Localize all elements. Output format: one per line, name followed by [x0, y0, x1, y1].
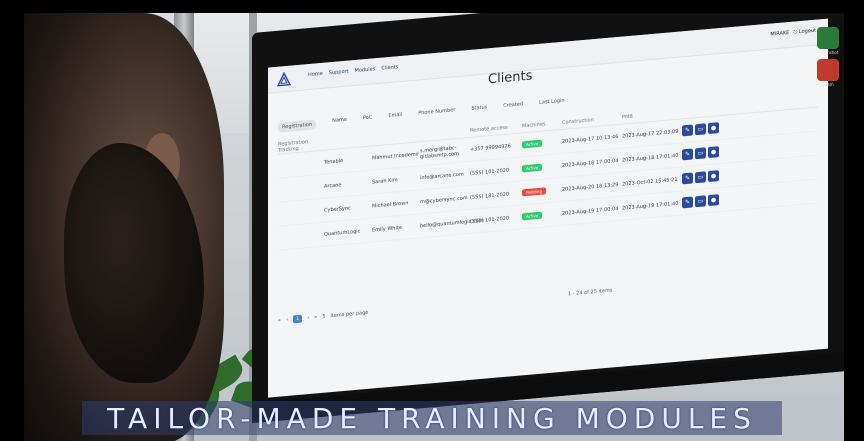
status-badge: Active — [522, 163, 543, 173]
user-name[interactable]: MIRAKE — [770, 30, 789, 38]
row-actions: ✎ ▭ ● — [682, 144, 742, 161]
cell-created: 2023-Aug-18 17:00:04 — [562, 157, 619, 169]
status-filter[interactable]: Status — [471, 104, 487, 115]
user-icon[interactable]: ● — [708, 194, 719, 207]
cell-name: Tenable — [324, 157, 344, 166]
registration-filter[interactable]: Registration — [278, 119, 317, 133]
cell-created: 2023-Aug-17 10:13:46 — [562, 133, 619, 145]
card-icon[interactable]: ▭ — [695, 195, 706, 208]
next-page-button[interactable]: › — [307, 315, 309, 321]
edit-icon[interactable]: ✎ — [682, 196, 693, 209]
status-badge: Active — [522, 139, 543, 149]
per-page-label: items per page — [330, 309, 369, 320]
cell-name: CyberSync — [324, 204, 351, 214]
header-remote-access: Remote access — [470, 124, 508, 134]
cell-email: m@cybersync.com — [420, 194, 468, 205]
phone-filter[interactable]: Phone Number — [418, 107, 455, 120]
card-icon[interactable]: ▭ — [695, 123, 706, 136]
caption-text: TAILOR-MADE TRAINING MODULES — [107, 401, 757, 435]
app-navbar: Home Support Modules Clients MIRAKE ⎋ Lo… — [268, 18, 828, 94]
row-actions: ✎ ▭ ● — [682, 120, 742, 137]
edit-icon[interactable]: ✎ — [682, 148, 693, 161]
cell-last-login: 2023-Aug-17 22:03:09 — [622, 128, 679, 140]
letterbox-left — [0, 0, 24, 441]
created-filter[interactable]: Created — [503, 101, 523, 113]
nav-modules[interactable]: Modules — [355, 66, 376, 74]
header-construction: Construction — [562, 116, 594, 126]
letterbox-top — [0, 0, 864, 13]
nav-support[interactable]: Support — [329, 69, 349, 77]
logout-link[interactable]: ⎋ Logout — [793, 28, 816, 36]
letterbox-right — [844, 0, 864, 441]
cell-last-login: 2023-Oct-02 15:45:21 — [622, 176, 678, 188]
email-filter[interactable]: Email — [388, 112, 402, 123]
cell-phone: +357 99994976 — [470, 142, 511, 153]
monitor: Home Support Modules Clients MIRAKE ⎋ Lo… — [252, 13, 844, 423]
status-badge: Pending — [522, 187, 546, 197]
user-icon[interactable]: ● — [708, 122, 719, 135]
cell-poc: Emily White — [372, 224, 402, 234]
cell-poc: Michael Brown — [372, 199, 409, 210]
desktop-icon-label: Greenshot — [817, 50, 839, 55]
desktop-icon-label: Exam — [822, 82, 834, 87]
caption-banner: TAILOR-MADE TRAINING MODULES — [82, 401, 782, 435]
current-page[interactable]: 1 — [293, 314, 303, 324]
desktop-icons: Greenshot Exam — [814, 23, 842, 87]
nav-links: Home Support Modules Clients — [308, 64, 398, 78]
nav-clients[interactable]: Clients — [381, 64, 398, 71]
cell-email: info@arcane.com — [420, 170, 464, 181]
card-icon[interactable]: ▭ — [695, 147, 706, 160]
cell-phone: (555) 181-2020 — [470, 191, 510, 201]
green-g-icon[interactable] — [817, 27, 839, 49]
header-pmb: PMB — [622, 113, 633, 121]
red-app-icon[interactable] — [817, 59, 839, 81]
cell-name: QuantumLogic — [324, 228, 361, 238]
edit-icon[interactable]: ✎ — [682, 172, 693, 185]
cell-last-login: 2023-Aug-18 17:01:40 — [622, 152, 679, 164]
per-page-select[interactable]: 5 — [322, 314, 325, 320]
row-actions: ✎ ▭ ● — [682, 168, 742, 185]
cell-email: s.mergi@tabc-gitlabsmtp.com — [420, 144, 460, 160]
status-badge: Active — [522, 211, 543, 221]
name-filter[interactable]: Name — [332, 117, 347, 128]
user-icon[interactable]: ● — [708, 146, 719, 159]
monitor-screen: Home Support Modules Clients MIRAKE ⎋ Lo… — [268, 18, 828, 398]
cell-email: hello@quantumlogic.com — [420, 217, 484, 229]
cell-last-login: 2023-Aug-19 17:01:40 — [622, 200, 679, 212]
cell-phone: (555) 101-2020 — [470, 167, 510, 177]
cell-created: 2023-Aug-19 17:00:04 — [562, 205, 619, 217]
office-scene: Home Support Modules Clients MIRAKE ⎋ Lo… — [24, 13, 844, 441]
edit-icon[interactable]: ✎ — [682, 124, 693, 137]
app-logo-icon — [276, 71, 292, 87]
first-page-button[interactable]: « — [278, 317, 281, 323]
user-icon[interactable]: ● — [708, 170, 719, 183]
row-actions: ✎ ▭ ● — [682, 192, 742, 209]
last-login-filter[interactable]: Last Login — [539, 98, 565, 110]
card-icon[interactable]: ▭ — [695, 171, 706, 184]
last-page-button[interactable]: » — [314, 314, 317, 320]
cell-poc: Sarah Kim — [372, 176, 398, 186]
prev-page-button[interactable]: ‹ — [286, 317, 288, 323]
items-range: 1 - 24 of 25 items — [568, 287, 613, 298]
poc-filter[interactable]: PoC — [363, 114, 372, 125]
page-title: Clients — [488, 68, 533, 88]
user-area: MIRAKE ⎋ Logout — [770, 28, 816, 38]
pagination: « ‹ 1 › » 5 items per page — [278, 309, 368, 325]
cell-created: 2023-Aug-20 18:13:29 — [562, 181, 619, 193]
nav-home[interactable]: Home — [308, 71, 323, 78]
person-silhouette — [24, 13, 224, 441]
beard — [64, 143, 204, 383]
header-machines: Machines — [522, 120, 546, 129]
cell-phone: (555) 101-2020 — [470, 215, 510, 225]
cell-name: Arcane — [324, 181, 342, 190]
cell-poc: Mahmut Incedemir — [372, 150, 420, 162]
